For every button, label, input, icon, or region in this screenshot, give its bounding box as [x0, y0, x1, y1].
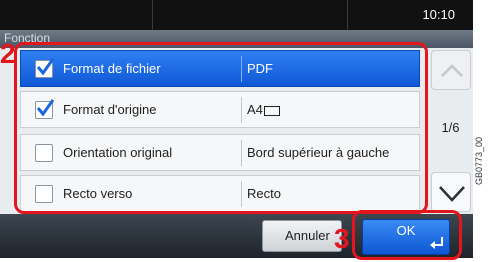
clock: 10:10: [422, 7, 455, 22]
chevron-up-icon: [441, 64, 463, 77]
status-bar: 10:10: [0, 0, 473, 30]
status-segment: [0, 0, 153, 30]
scroll-up-button[interactable]: [431, 50, 471, 90]
list-highlight-frame: [14, 42, 428, 214]
scroll-panel: 1/6: [428, 48, 473, 214]
callout-step-3: 3: [334, 223, 350, 254]
chevron-down-icon: [439, 186, 465, 202]
status-segment: [153, 0, 348, 30]
image-code: GB0773_00: [474, 136, 484, 185]
scroll-down-button[interactable]: [431, 172, 471, 212]
ok-highlight-frame: [352, 210, 462, 260]
callout-step-2: 2: [0, 38, 16, 69]
cancel-label: Annuler: [285, 228, 330, 243]
cancel-button[interactable]: Annuler: [262, 220, 342, 252]
page-indicator: 1/6: [441, 120, 460, 135]
